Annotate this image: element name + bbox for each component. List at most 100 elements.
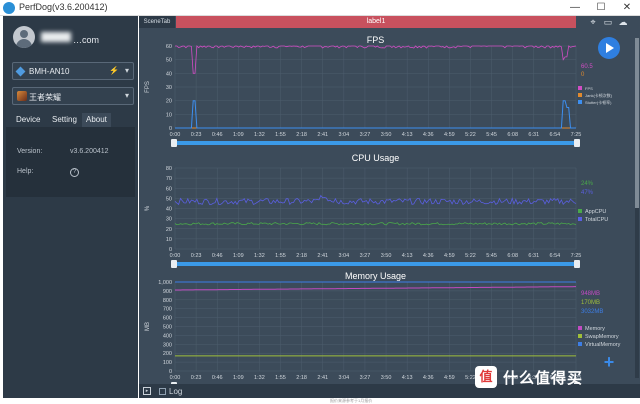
footer-text: 报价来源参考于1月报价	[330, 398, 373, 403]
series-line-appcpu	[174, 222, 577, 226]
chart-title-1: CPU Usage	[352, 153, 400, 163]
legend-label: SwapMemory	[585, 334, 619, 340]
main-panel: SceneTab label1 ⌖ ▭ ☁ FPS FPS 60 50 40 30 20 10…	[139, 16, 640, 398]
y-tick-label: 200	[163, 351, 172, 357]
current-value-label: 3032MB	[581, 309, 603, 315]
help-icon[interactable]: ?	[70, 168, 79, 177]
x-tick-label: 6:08	[507, 132, 518, 138]
timeline-slider-left-handle	[171, 139, 177, 147]
chart-ylabel-1: %	[145, 205, 151, 211]
redacted-account-prefix	[41, 32, 71, 42]
log-label: Log	[169, 387, 183, 396]
x-tick-label: 0:00	[170, 132, 181, 138]
y-tick-label: 1,000	[158, 280, 172, 286]
current-value-label: 170MB	[581, 300, 600, 306]
x-tick-label: 6:31	[528, 253, 539, 259]
tab-setting[interactable]: Setting	[48, 113, 81, 127]
timeline-slider-track	[175, 141, 576, 145]
x-tick-label: 1:55	[275, 253, 286, 259]
window-title: PerfDog(v3.6.200412)	[19, 2, 108, 12]
legend-swatch	[578, 334, 582, 338]
smzdm-logo-icon: 值	[475, 366, 497, 388]
x-tick-label: 1:09	[233, 253, 244, 259]
x-tick-label: 3:04	[338, 253, 349, 259]
y-tick-label: 30	[166, 217, 172, 223]
x-tick-label: 3:27	[360, 132, 371, 138]
x-tick-label: 4:59	[444, 253, 455, 259]
x-tick-label: 0:46	[212, 132, 223, 138]
timeline-slider-track	[175, 262, 576, 266]
x-tick-label: 4:13	[402, 132, 413, 138]
y-tick-label: 40	[166, 207, 172, 213]
x-tick-label: 3:50	[381, 253, 392, 259]
x-tick-label: 0:23	[191, 132, 202, 138]
legend-label: VirtualMemory	[585, 342, 621, 348]
watermark: 值 什么值得买	[475, 366, 625, 388]
y-tick-label: 20	[166, 99, 172, 105]
series-line-memory	[175, 286, 576, 291]
legend-label: TotalCPU	[585, 217, 608, 223]
x-tick-label: 2:41	[317, 375, 328, 381]
timeline-slider-right-handle	[574, 260, 580, 268]
y-tick-label: 600	[163, 316, 172, 322]
x-tick-label: 3:27	[360, 375, 371, 381]
play-button[interactable]	[598, 37, 620, 59]
legend-swatch	[578, 209, 582, 213]
minimize-button[interactable]: —	[562, 0, 588, 16]
chart-title-2: Memory Usage	[345, 271, 406, 281]
x-tick-label: 5:45	[486, 253, 497, 259]
legend-label: Jank(卡顿次数)	[585, 92, 613, 98]
app-select[interactable]: 王者荣耀 ▾	[12, 87, 134, 105]
y-tick-label: 400	[163, 333, 172, 339]
x-tick-label: 0:00	[170, 375, 181, 381]
y-tick-label: 700	[163, 307, 172, 313]
account-email: …com	[73, 35, 100, 45]
about-panel: Version: v3.6.200412 Help: ?	[6, 127, 135, 197]
x-tick-label: 6:31	[528, 132, 539, 138]
current-value-label: 47%	[581, 190, 594, 196]
chart-ylabel-0: FPS	[145, 81, 151, 93]
y-tick-label: 10	[166, 112, 172, 118]
x-tick-label: 1:32	[254, 132, 265, 138]
y-tick-label: 40	[166, 71, 172, 77]
legend-swatch	[578, 93, 582, 97]
y-tick-label: 30	[166, 85, 172, 91]
x-tick-label: 4:13	[402, 375, 413, 381]
x-tick-label: 2:18	[296, 132, 307, 138]
x-tick-label: 4:36	[423, 253, 434, 259]
avatar-body-icon	[16, 39, 32, 48]
y-tick-label: 20	[166, 227, 172, 233]
legend-swatch	[578, 86, 582, 90]
version-value: v3.6.200412	[70, 148, 109, 155]
timeline-slider-right-handle	[574, 139, 580, 147]
x-tick-label: 3:50	[381, 132, 392, 138]
x-tick-label: 6:08	[507, 253, 518, 259]
android-device-icon	[15, 66, 26, 77]
log-checkbox[interactable]	[159, 388, 166, 395]
scrollbar-thumb[interactable]	[635, 38, 639, 208]
expand-icon[interactable]: ▸	[143, 387, 151, 395]
y-tick-label: 10	[166, 237, 172, 243]
tab-device[interactable]: Device	[12, 113, 44, 127]
wifi-connection-icon[interactable]: ⚡	[109, 66, 119, 75]
y-tick-label: 50	[166, 196, 172, 202]
close-button[interactable]: ✕	[614, 0, 640, 16]
y-tick-label: 60	[166, 44, 172, 50]
legend-label: FPS	[585, 86, 593, 91]
title-bar: PerfDog(v3.6.200412) — ☐ ✕	[0, 0, 640, 16]
x-tick-label: 1:09	[233, 132, 244, 138]
current-value-label: 0	[581, 72, 585, 78]
timeline-slider-left-handle	[171, 260, 177, 268]
avatar[interactable]	[13, 26, 35, 48]
legend-label: Stutter(卡顿率)	[585, 99, 612, 105]
x-tick-label: 2:18	[296, 375, 307, 381]
x-tick-label: 0:46	[212, 253, 223, 259]
app-name: 王者荣耀	[29, 93, 61, 102]
device-select[interactable]: BMH-AN10 ⚡ ▾	[12, 62, 134, 80]
maximize-button[interactable]: ☐	[588, 0, 614, 16]
tab-about[interactable]: About	[82, 113, 111, 127]
legend-label: Memory	[585, 326, 605, 332]
y-tick-label: 60	[166, 186, 172, 192]
x-tick-label: 3:50	[381, 375, 392, 381]
game-app-icon	[17, 91, 27, 101]
